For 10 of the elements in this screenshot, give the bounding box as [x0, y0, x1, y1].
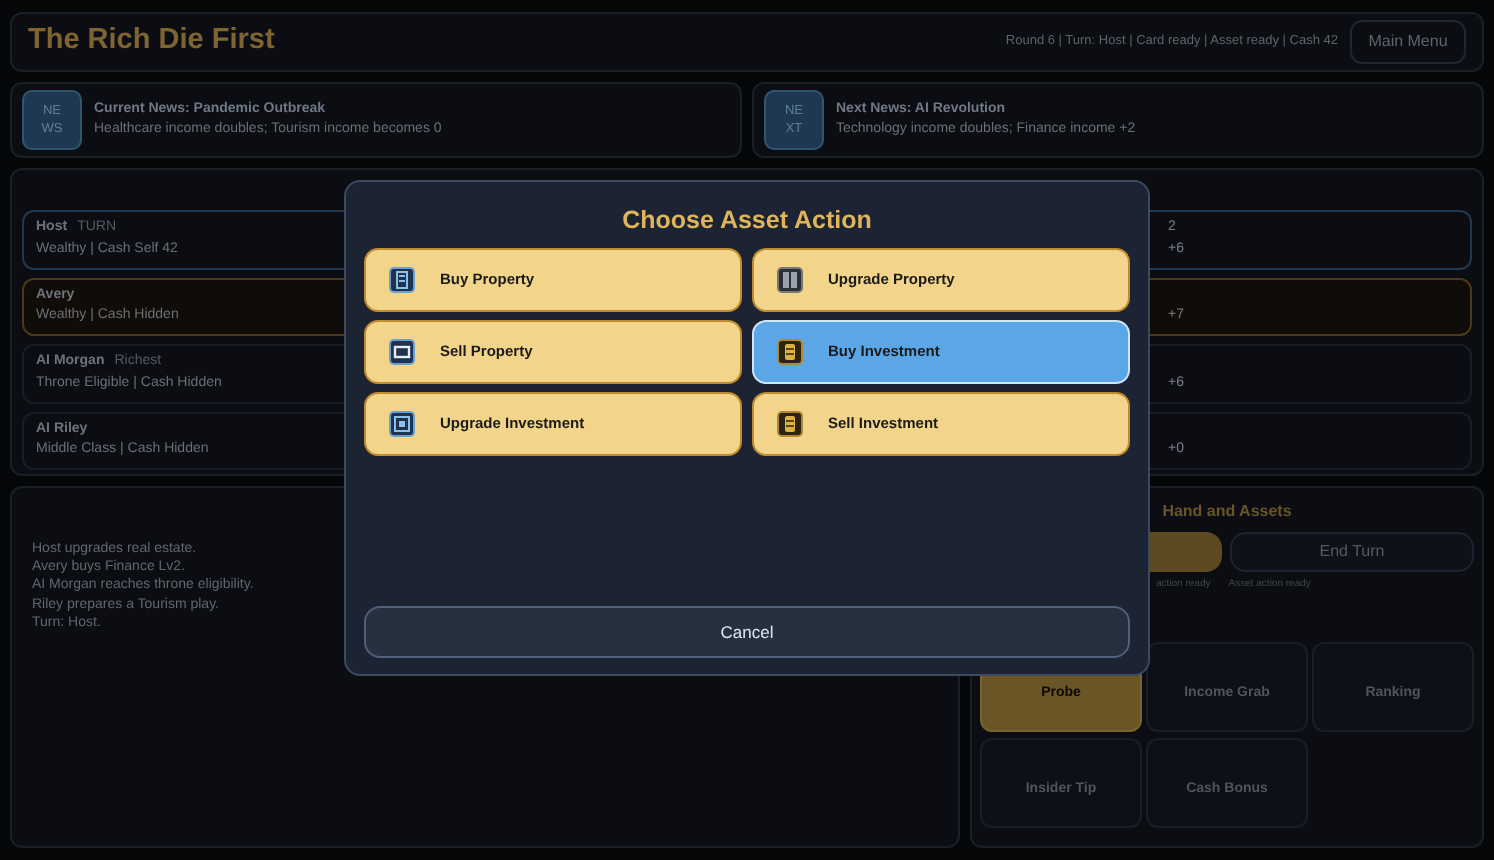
cancel-button[interactable]: Cancel [364, 606, 1130, 658]
building-icon [388, 265, 416, 294]
hand-title: Hand and Assets [1160, 500, 1294, 524]
coin-stack-icon [776, 409, 804, 438]
monitor-icon [388, 337, 416, 366]
coin-stack-icon [776, 337, 804, 366]
dialog-title: Choose Asset Action [620, 204, 874, 238]
chip-icon [388, 409, 416, 438]
columns-icon [776, 265, 804, 294]
app-title: The Rich Die First [28, 22, 275, 61]
